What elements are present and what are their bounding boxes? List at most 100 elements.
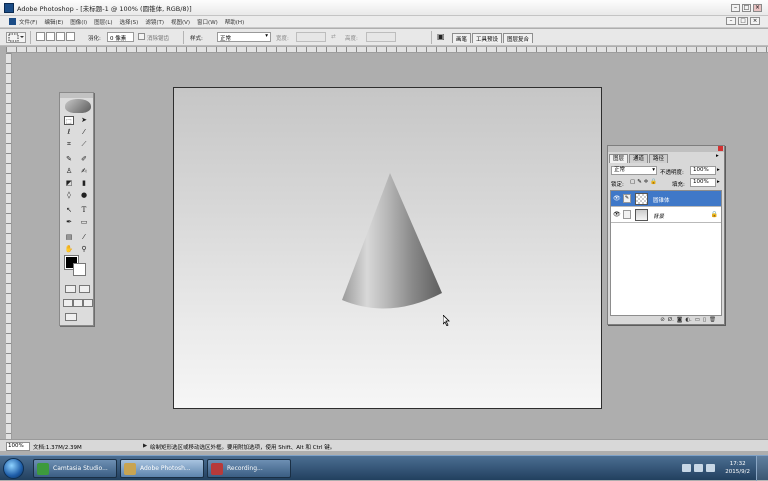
eyedropper-tool-icon[interactable]: ⁄ <box>79 233 89 242</box>
taskbar-item-photoshop[interactable]: Adobe Photosh... <box>120 459 204 478</box>
maximize-button[interactable]: □ <box>742 4 751 12</box>
shape-tool-icon[interactable]: ▭ <box>79 218 89 227</box>
panel-menu-icon[interactable]: ▸ <box>716 153 719 159</box>
style-select[interactable]: 正常 ▾ <box>217 32 271 42</box>
close-button[interactable]: × <box>753 4 762 12</box>
blur-tool-icon[interactable]: ◊ <box>64 191 74 200</box>
standard-mode-button[interactable] <box>65 285 76 293</box>
show-desktop-button[interactable] <box>756 456 768 481</box>
new-selection-icon[interactable] <box>36 32 45 41</box>
well-tab-tool-presets[interactable]: 工具预设 <box>472 33 503 43</box>
volume-icon[interactable] <box>706 464 715 472</box>
full-screen-button[interactable] <box>83 299 93 307</box>
start-button[interactable] <box>3 458 24 479</box>
doc-minimize-button[interactable]: – <box>726 17 736 25</box>
document-canvas[interactable] <box>173 87 602 409</box>
delete-layer-icon[interactable]: 🗑 <box>709 317 716 324</box>
quick-mask-button[interactable] <box>79 285 90 293</box>
width-input[interactable] <box>296 32 326 42</box>
tab-channels[interactable]: 通道 <box>629 154 649 163</box>
menu-window[interactable]: 窗口(W) <box>197 18 218 26</box>
layer-mask-icon[interactable]: ◙ <box>677 317 682 324</box>
menu-file[interactable]: 文件(F) <box>19 18 37 26</box>
taskbar-item-camtasia[interactable]: Camtasia Studio... <box>33 459 117 478</box>
zoom-tool-icon[interactable]: ⚲ <box>79 245 89 254</box>
new-layer-icon[interactable]: ▯ <box>703 317 706 324</box>
layer-row-cone[interactable]: 👁 ✎ 圆锥体 <box>611 191 721 207</box>
full-screen-menu-button[interactable] <box>73 299 83 307</box>
dodge-tool-icon[interactable]: ● <box>79 191 89 200</box>
swap-icon[interactable]: ⇄ <box>331 34 336 40</box>
well-tab-layer-comps[interactable]: 图层复合 <box>503 33 534 43</box>
fill-slider-icon[interactable]: ▸ <box>717 179 720 185</box>
new-fill-layer-icon[interactable]: ◐. <box>685 317 692 324</box>
slice-tool-icon[interactable]: ⟋ <box>79 140 89 149</box>
toolbox-title-bar[interactable] <box>60 93 93 98</box>
doc-restore-button[interactable]: □ <box>738 17 748 25</box>
tab-layers[interactable]: 图层 <box>609 154 629 163</box>
clock-time: 17:32 <box>729 461 746 467</box>
layer-style-icon[interactable]: Ø. <box>668 317 674 324</box>
blend-mode-select[interactable]: 正常 ▾ <box>611 166 657 175</box>
opacity-slider-icon[interactable]: ▸ <box>717 167 720 173</box>
type-tool-icon[interactable]: T <box>79 206 89 215</box>
photoshop-feather-logo[interactable] <box>65 99 91 113</box>
jump-to-imageready-button[interactable] <box>65 313 77 321</box>
hand-tool-icon[interactable]: ✋ <box>64 245 74 254</box>
link-layers-icon[interactable]: ⊘ <box>660 317 665 324</box>
fill-input[interactable]: 100% <box>690 178 716 187</box>
eye-icon[interactable]: 👁 <box>613 195 621 202</box>
menu-help[interactable]: 帮助(H) <box>225 18 244 26</box>
eye-icon[interactable]: 👁 <box>613 211 621 218</box>
clock[interactable]: 17:32 2015/9/2 <box>725 460 750 476</box>
crop-tool-icon[interactable]: ⌗ <box>64 140 74 149</box>
menu-layer[interactable]: 图层(L) <box>94 18 112 26</box>
notes-tool-icon[interactable]: ▤ <box>64 233 74 242</box>
height-input[interactable] <box>366 32 396 42</box>
healing-brush-tool-icon[interactable]: ✎ <box>64 155 74 164</box>
clone-stamp-tool-icon[interactable]: ♙ <box>64 167 74 176</box>
panel-close-icon[interactable] <box>718 146 723 151</box>
background-color-swatch[interactable] <box>73 263 86 276</box>
move-tool-icon[interactable]: ➤ <box>79 116 89 125</box>
menu-image[interactable]: 图像(I) <box>70 18 87 26</box>
opacity-input[interactable]: 100% <box>690 166 716 175</box>
layers-panel-title-bar[interactable] <box>608 146 724 152</box>
menu-view[interactable]: 视图(V) <box>171 18 190 26</box>
intersect-selection-icon[interactable] <box>66 32 75 41</box>
layer-row-background[interactable]: 👁 背景 🔒 <box>611 207 721 223</box>
eraser-tool-icon[interactable]: ◩ <box>64 179 74 188</box>
layer-name[interactable]: 圆锥体 <box>653 196 670 204</box>
gradient-tool-icon[interactable]: ▮ <box>79 179 89 188</box>
brush-tool-icon[interactable]: ✐ <box>79 155 89 164</box>
magic-wand-tool-icon[interactable]: ⁄ <box>79 128 89 137</box>
tray-flag-icon[interactable] <box>682 464 691 472</box>
path-selection-tool-icon[interactable]: ↖ <box>64 206 74 215</box>
marquee-tool-icon[interactable]: ⬚ <box>64 116 74 125</box>
document-size[interactable]: 文档:1.37M/2.39M <box>33 443 82 451</box>
lasso-tool-icon[interactable]: ℓ <box>64 128 74 137</box>
new-group-icon[interactable]: ▭ <box>695 317 700 324</box>
standard-screen-button[interactable] <box>63 299 73 307</box>
status-arrow-icon[interactable]: ▶ <box>143 443 147 449</box>
palette-well-icon[interactable]: ▣ <box>437 32 445 41</box>
zoom-input[interactable]: 100% <box>6 442 30 451</box>
tool-preset-picker[interactable] <box>6 32 26 43</box>
pen-tool-icon[interactable]: ✒ <box>64 218 74 227</box>
doc-close-button[interactable]: × <box>750 17 760 25</box>
menu-edit[interactable]: 编辑(E) <box>44 18 63 26</box>
feather-input[interactable]: 0 像素 <box>107 32 134 42</box>
tab-paths[interactable]: 路径 <box>649 154 669 163</box>
menu-filter[interactable]: 滤镜(T) <box>145 18 164 26</box>
subtract-selection-icon[interactable] <box>56 32 65 41</box>
minimize-button[interactable]: – <box>731 4 740 12</box>
layer-name[interactable]: 背景 <box>653 212 664 220</box>
history-brush-tool-icon[interactable]: ✍ <box>79 167 89 176</box>
add-selection-icon[interactable] <box>46 32 55 41</box>
lock-options-icons[interactable]: ▢✎✛🔒 <box>630 179 659 185</box>
well-tab-brushes[interactable]: 画笔 <box>452 33 472 43</box>
antialias-checkbox[interactable] <box>138 33 145 40</box>
menu-select[interactable]: 选择(S) <box>120 18 139 26</box>
network-icon[interactable] <box>694 464 703 472</box>
taskbar-item-recording[interactable]: Recording... <box>207 459 291 478</box>
